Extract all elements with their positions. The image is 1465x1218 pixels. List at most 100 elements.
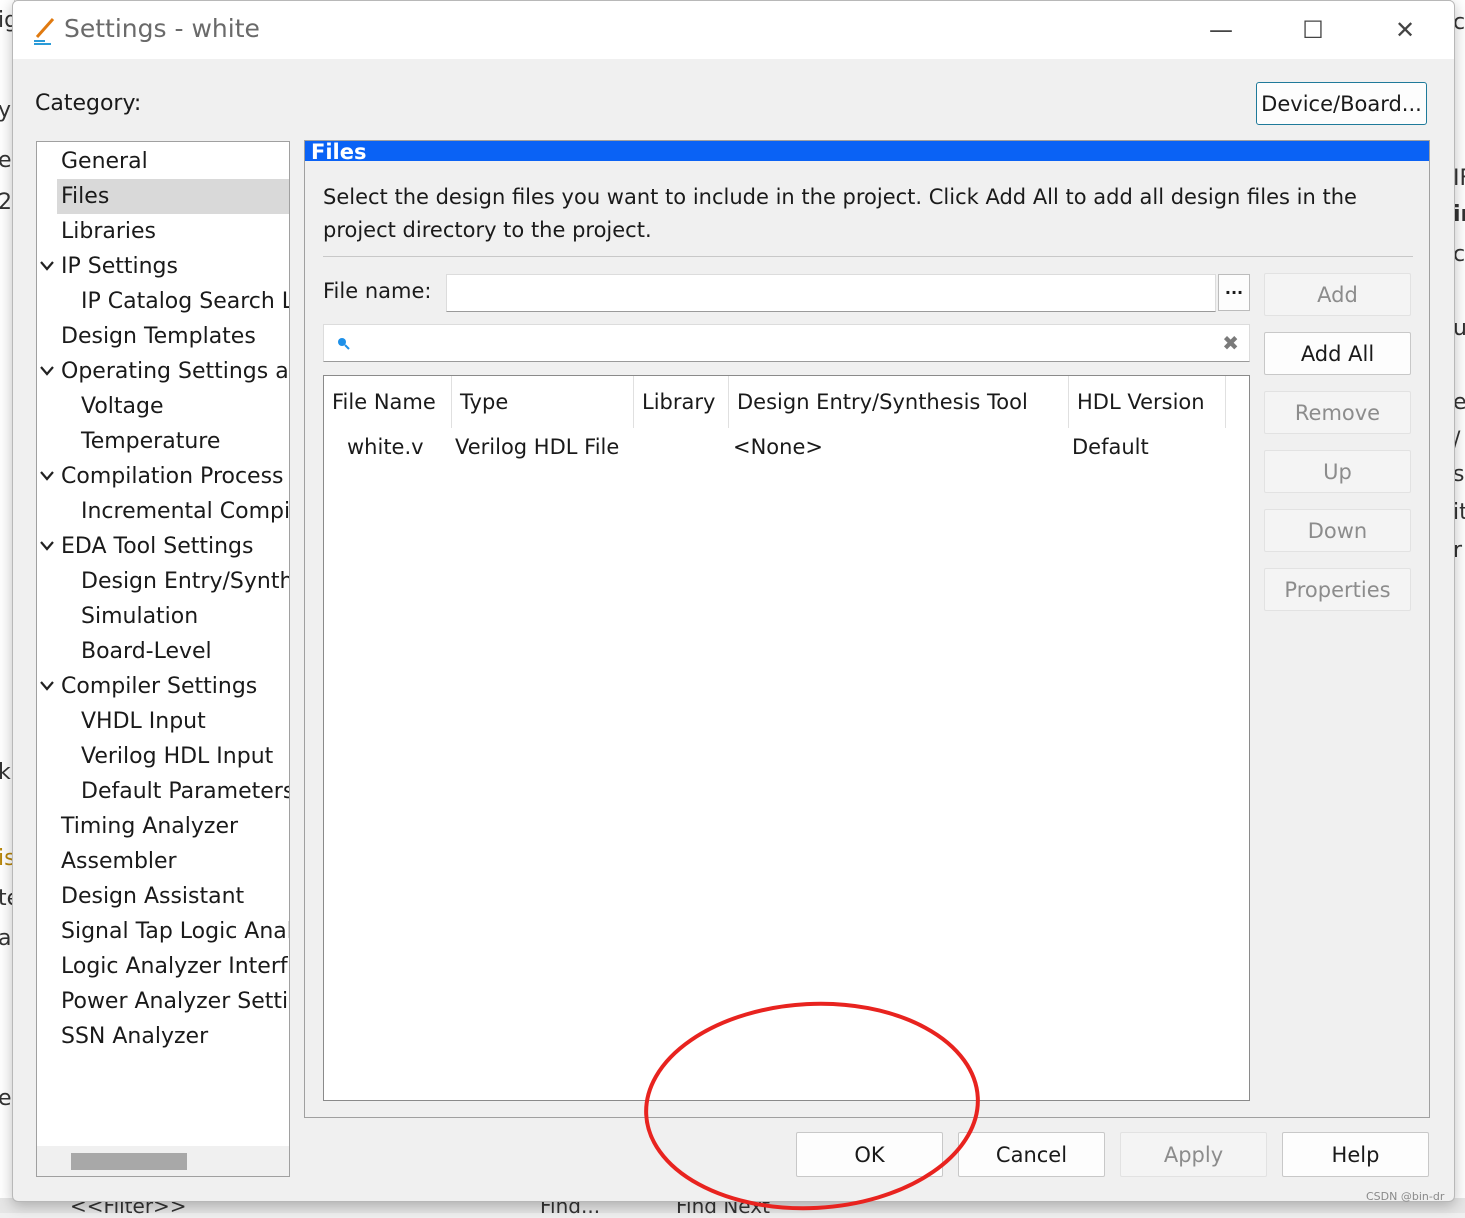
minimize-icon: — <box>1209 16 1233 44</box>
device-board-button[interactable]: Device/Board... <box>1256 82 1427 125</box>
minimize-button[interactable]: — <box>1198 9 1244 51</box>
chevron-down-icon[interactable] <box>39 678 55 694</box>
tree-item[interactable]: Default Parameters <box>37 774 290 809</box>
tree-horizontal-scrollbar[interactable] <box>37 1146 289 1176</box>
tree-item-label: Logic Analyzer Interface <box>61 954 289 979</box>
chevron-down-icon[interactable] <box>39 258 55 274</box>
tree-item[interactable]: Design Templates <box>37 319 289 354</box>
tree-item[interactable]: Logic Analyzer Interface <box>37 949 289 984</box>
chevron-down-icon[interactable] <box>39 468 55 484</box>
tree-item-label: IP Catalog Search Locations <box>81 289 289 314</box>
window-title: Settings - white <box>64 14 260 43</box>
column-header[interactable]: Library <box>634 376 729 428</box>
tree-item[interactable]: Timing Analyzer <box>37 809 289 844</box>
tree-item-label: Power Analyzer Settings <box>61 989 289 1014</box>
tree-item-label: VHDL Input <box>81 709 206 734</box>
filter-search-field[interactable]: ✖ <box>323 324 1250 362</box>
tree-item[interactable]: VHDL Input <box>37 704 289 739</box>
browse-button[interactable]: ... <box>1218 274 1250 311</box>
tree-item-label: Default Parameters <box>81 779 290 804</box>
add-all-button[interactable]: Add All <box>1264 332 1411 375</box>
tree-item-label: Design Entry/Synthesis <box>81 569 290 594</box>
column-header[interactable]: File Name <box>324 376 452 428</box>
tree-item[interactable]: Design Entry/Synthesis <box>37 564 290 599</box>
tree-item[interactable]: Voltage <box>37 389 289 424</box>
tree-item[interactable]: Compiler Settings <box>37 669 289 704</box>
tree-item-label: Operating Settings and Conditions <box>61 359 289 384</box>
tree-item-label: SSN Analyzer <box>61 1024 209 1049</box>
tree-item-label: General <box>61 149 148 174</box>
tree-item-label: Voltage <box>81 394 164 419</box>
column-header[interactable]: HDL Version <box>1069 376 1226 428</box>
table-cell: white.v <box>347 435 424 459</box>
tree-item[interactable]: IP Settings <box>37 249 289 284</box>
tree-item[interactable]: Files <box>37 179 289 214</box>
tree-item-label: Verilog HDL Input <box>81 744 274 769</box>
divider <box>323 256 1413 257</box>
chevron-down-icon[interactable] <box>39 363 55 379</box>
watermark: CSDN @bin-dr <box>1366 1190 1445 1203</box>
panel-header: Files <box>305 141 1429 163</box>
tree-item[interactable]: Assembler <box>37 844 289 879</box>
table-cell: Default <box>1072 435 1149 459</box>
tree-item-label: Design Assistant <box>61 884 245 909</box>
tree-item[interactable]: SSN Analyzer <box>37 1019 289 1054</box>
tree-item-label: Files <box>61 184 110 209</box>
down-button[interactable]: Down <box>1264 509 1411 552</box>
tree-item[interactable]: Temperature <box>37 424 289 459</box>
cancel-button[interactable]: Cancel <box>958 1132 1105 1177</box>
tree-item-label: Compilation Process Settings <box>61 464 289 489</box>
files-table[interactable]: File Name Type Library Design Entry/Synthes… <box>323 375 1250 1101</box>
tree-item-label: Libraries <box>61 219 157 244</box>
ok-button[interactable]: OK <box>796 1132 943 1177</box>
tree-item-label: Signal Tap Logic Analyzer <box>61 919 290 944</box>
bg-fragment: 2 <box>0 190 12 215</box>
table-cell: <None> <box>733 435 823 459</box>
close-icon: ✕ <box>1394 16 1416 44</box>
category-tree[interactable]: SSN Analyzer Power Analyzer Settings Logic… <box>36 141 290 1177</box>
tree-item[interactable]: Signal Tap Logic Analyzer <box>37 914 290 949</box>
up-button[interactable]: Up <box>1264 450 1411 493</box>
tree-item[interactable]: Design Assistant <box>37 879 289 914</box>
properties-button[interactable]: Properties <box>1264 568 1411 611</box>
help-button[interactable]: Help <box>1282 1132 1429 1177</box>
title-bar: Settings - white — ☐ ✕ <box>13 1 1454 59</box>
tree-item[interactable]: EDA Tool Settings <box>37 529 289 564</box>
maximize-button[interactable]: ☐ <box>1290 9 1336 51</box>
tree-item-label: Timing Analyzer <box>61 814 239 839</box>
tree-item[interactable]: General <box>37 144 289 179</box>
remove-button[interactable]: Remove <box>1264 391 1411 434</box>
clear-icon[interactable]: ✖ <box>1222 331 1239 355</box>
bg-fragment: y <box>0 98 12 123</box>
tree-item[interactable]: Board-Level <box>37 634 289 669</box>
file-name-label: File name: <box>323 279 432 303</box>
panel-description: Select the design files you want to incl… <box>323 185 1357 242</box>
bg-fragment: k <box>0 760 11 785</box>
tree-item[interactable]: Libraries <box>37 214 289 249</box>
settings-dialog: Settings - white — ☐ ✕ Category: Device/… <box>12 0 1455 1202</box>
tree-item[interactable]: Operating Settings and Conditions <box>37 354 289 389</box>
tree-item[interactable]: Incremental Compilation <box>37 494 290 529</box>
tree-item[interactable]: Simulation <box>37 599 289 634</box>
tree-item-label: EDA Tool Settings <box>61 534 254 559</box>
column-header[interactable]: Design Entry/Synthesis Tool <box>729 376 1069 428</box>
bg-fragment: e <box>0 148 12 173</box>
tree-item-label: Board-Level <box>81 639 212 664</box>
tree-item[interactable]: Power Analyzer Settings <box>37 984 289 1019</box>
tree-item-label: IP Settings <box>61 254 178 279</box>
tree-item-label: Temperature <box>81 429 221 454</box>
search-icon <box>338 338 350 350</box>
add-button[interactable]: Add <box>1264 273 1411 316</box>
file-name-input[interactable] <box>446 274 1216 312</box>
tree-item[interactable]: Compilation Process Settings <box>37 459 289 494</box>
tree-item-label: Compiler Settings <box>61 674 258 699</box>
chevron-down-icon[interactable] <box>39 538 55 554</box>
close-button[interactable]: ✕ <box>1382 9 1428 51</box>
scrollbar-thumb[interactable] <box>71 1153 187 1170</box>
tree-item-label: Incremental Compilation <box>81 499 290 524</box>
tree-item[interactable]: Verilog HDL Input <box>37 739 289 774</box>
column-header[interactable]: Type <box>452 376 634 428</box>
apply-button[interactable]: Apply <box>1120 1132 1267 1177</box>
maximize-icon: ☐ <box>1302 16 1324 44</box>
tree-item[interactable]: IP Catalog Search Locations <box>37 284 289 319</box>
